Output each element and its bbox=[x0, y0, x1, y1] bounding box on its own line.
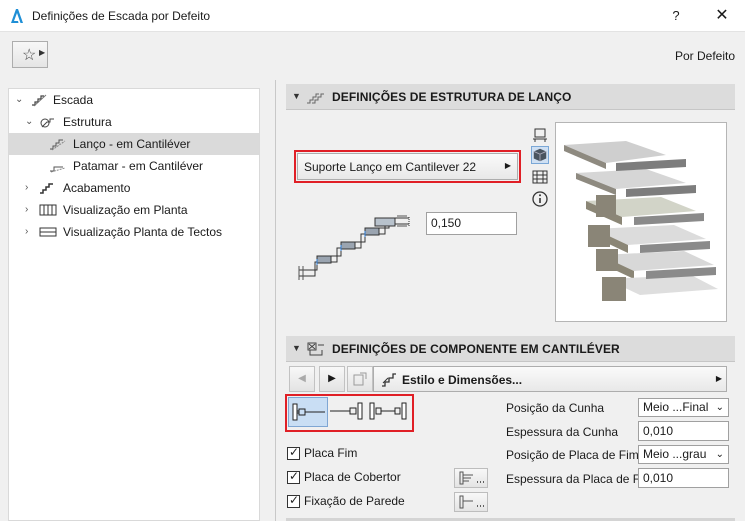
style-dimensions-icon bbox=[382, 373, 396, 387]
finish-icon bbox=[40, 183, 53, 194]
edit-component-icon bbox=[353, 372, 367, 386]
tree-item-label: Lanço - em Cantiléver bbox=[73, 137, 191, 151]
edit-component-button[interactable] bbox=[347, 366, 373, 392]
3d-preview bbox=[555, 122, 727, 322]
end-plate-position-value: Meio ...grau bbox=[643, 447, 707, 461]
tree-item-label: Visualização em Planta bbox=[63, 203, 188, 217]
tree-item-label: Acabamento bbox=[63, 181, 131, 195]
3d-view-icon[interactable] bbox=[531, 146, 549, 164]
star-favorites-icon: ☆ bbox=[22, 47, 37, 64]
wedge-position-label: Posição da Cunha bbox=[506, 401, 605, 415]
cantilever-stair-render bbox=[556, 123, 726, 321]
chevron-right-icon[interactable]: › bbox=[25, 221, 28, 243]
tree-item-escada[interactable]: ⌄ Escada bbox=[9, 89, 259, 111]
settings-tree: ⌄ Escada ⌄ Estrutura Lanço - em Cantilév… bbox=[8, 88, 260, 521]
end-plate-thickness-label: Espessura da Placa de Fim bbox=[506, 472, 653, 486]
tree-item-label: Estrutura bbox=[63, 115, 112, 129]
component-navbar: ◀ ▶ Estilo e Dimensões... ▶ bbox=[289, 366, 727, 392]
title-bar: Definições de Escada por Defeito ? ✕ bbox=[0, 0, 745, 32]
section-view-icon[interactable] bbox=[531, 168, 549, 186]
help-button[interactable]: ? bbox=[664, 0, 688, 32]
flight-icon bbox=[50, 139, 66, 151]
collapse-triangle-icon[interactable]: ▼ bbox=[292, 343, 301, 353]
wedge-position-value: Meio ...Final bbox=[643, 400, 709, 414]
checkbox[interactable]: ✓ bbox=[287, 445, 300, 460]
chevron-right-icon[interactable]: › bbox=[25, 177, 28, 199]
chevron-right-icon: ▶ bbox=[715, 374, 722, 383]
wedge-thickness-label: Espessura da Cunha bbox=[506, 425, 619, 439]
end-plate-position-select[interactable]: Meio ...grau ⌄ bbox=[638, 445, 729, 464]
checkbox-label: Placa Fim bbox=[304, 446, 358, 460]
chevron-down-icon[interactable]: ⌄ bbox=[25, 111, 33, 133]
section-title: DEFINIÇÕES DE ESTRUTURA DE LANÇO bbox=[332, 90, 572, 104]
style-dimensions-dropdown[interactable]: Estilo e Dimensões... ▶ bbox=[373, 366, 727, 392]
chevron-right-icon: ▶ bbox=[39, 48, 46, 57]
tree-item-estrutura[interactable]: ⌄ Estrutura bbox=[9, 111, 259, 133]
wedge-thickness-input[interactable]: 0,010 bbox=[638, 421, 729, 441]
cantilever-component-icon bbox=[307, 342, 324, 356]
tree-item-label: Patamar - em Cantiléver bbox=[73, 159, 204, 173]
check-icon: ✓ bbox=[289, 445, 300, 459]
checkbox[interactable]: ✓ bbox=[287, 493, 300, 508]
tree-item-lanco[interactable]: Lanço - em Cantiléver bbox=[9, 133, 259, 155]
chevron-down-icon: ⌄ bbox=[715, 449, 724, 460]
chevron-right-icon[interactable]: › bbox=[25, 199, 28, 221]
tree-item-acabamento[interactable]: › Acabamento bbox=[9, 177, 259, 199]
wall-fixing-settings-button[interactable] bbox=[454, 492, 488, 512]
flight-section-header[interactable]: ▼ DEFINIÇÕES DE ESTRUTURA DE LANÇO bbox=[286, 84, 735, 110]
previous-button[interactable]: ◀ bbox=[289, 366, 315, 392]
wall-fixing-settings-icon bbox=[459, 495, 484, 509]
cantilever-section-header[interactable]: ▼ DEFINIÇÕES DE COMPONENTE EM CANTILÉVER bbox=[286, 336, 735, 362]
flight-structure-icon bbox=[307, 93, 324, 104]
tree-item-label: Escada bbox=[53, 93, 94, 107]
cover-plate-settings-button[interactable] bbox=[454, 468, 488, 488]
highlight-box bbox=[294, 150, 521, 183]
stair-icon bbox=[32, 94, 47, 107]
ceiling-plan-icon bbox=[39, 227, 57, 237]
highlight-box bbox=[285, 394, 414, 432]
next-button[interactable]: ▶ bbox=[319, 366, 345, 392]
archicad-app-icon bbox=[11, 9, 23, 23]
stair-profile-diagram bbox=[298, 215, 410, 280]
check-icon: ✓ bbox=[289, 469, 300, 483]
chevron-down-icon[interactable]: ⌄ bbox=[15, 89, 23, 111]
panel-divider bbox=[275, 80, 276, 521]
favorites-button[interactable]: ☆ ▶ bbox=[12, 41, 48, 68]
landing-icon bbox=[50, 166, 66, 173]
cover-plate-settings-icon bbox=[459, 471, 484, 485]
collapse-triangle-icon[interactable]: ▼ bbox=[292, 91, 301, 101]
chevron-down-icon: ⌄ bbox=[715, 402, 724, 413]
thickness-input[interactable]: 0,150 bbox=[426, 212, 517, 235]
checkbox[interactable]: ✓ bbox=[287, 469, 300, 484]
floor-plan-view-icon[interactable] bbox=[531, 126, 549, 144]
tree-item-label: Visualização Planta de Tectos bbox=[63, 225, 222, 239]
close-button[interactable]: ✕ bbox=[705, 0, 739, 32]
check-icon: ✓ bbox=[289, 493, 300, 507]
window-title: Definições de Escada por Defeito bbox=[32, 9, 211, 23]
structure-icon bbox=[40, 118, 54, 128]
checkbox-label: Fixação de Parede bbox=[304, 494, 405, 508]
default-label: Por Defeito bbox=[674, 49, 735, 63]
tree-item-patamar[interactable]: Patamar - em Cantiléver bbox=[9, 155, 259, 177]
end-plate-thickness-input[interactable]: 0,010 bbox=[638, 468, 729, 488]
style-dimensions-label: Estilo e Dimensões... bbox=[402, 373, 523, 387]
tree-item-visualizacao-planta[interactable]: › Visualização em Planta bbox=[9, 199, 259, 221]
tree-item-visualizacao-tectos[interactable]: › Visualização Planta de Tectos bbox=[9, 221, 259, 243]
wedge-position-select[interactable]: Meio ...Final ⌄ bbox=[638, 398, 729, 417]
section-title: DEFINIÇÕES DE COMPONENTE EM CANTILÉVER bbox=[332, 342, 620, 356]
floor-plan-icon bbox=[39, 204, 57, 216]
checkbox-label: Placa de Cobertor bbox=[304, 470, 401, 484]
info-icon[interactable] bbox=[531, 190, 549, 208]
end-plate-position-label: Posição de Placa de Fim bbox=[506, 448, 639, 462]
